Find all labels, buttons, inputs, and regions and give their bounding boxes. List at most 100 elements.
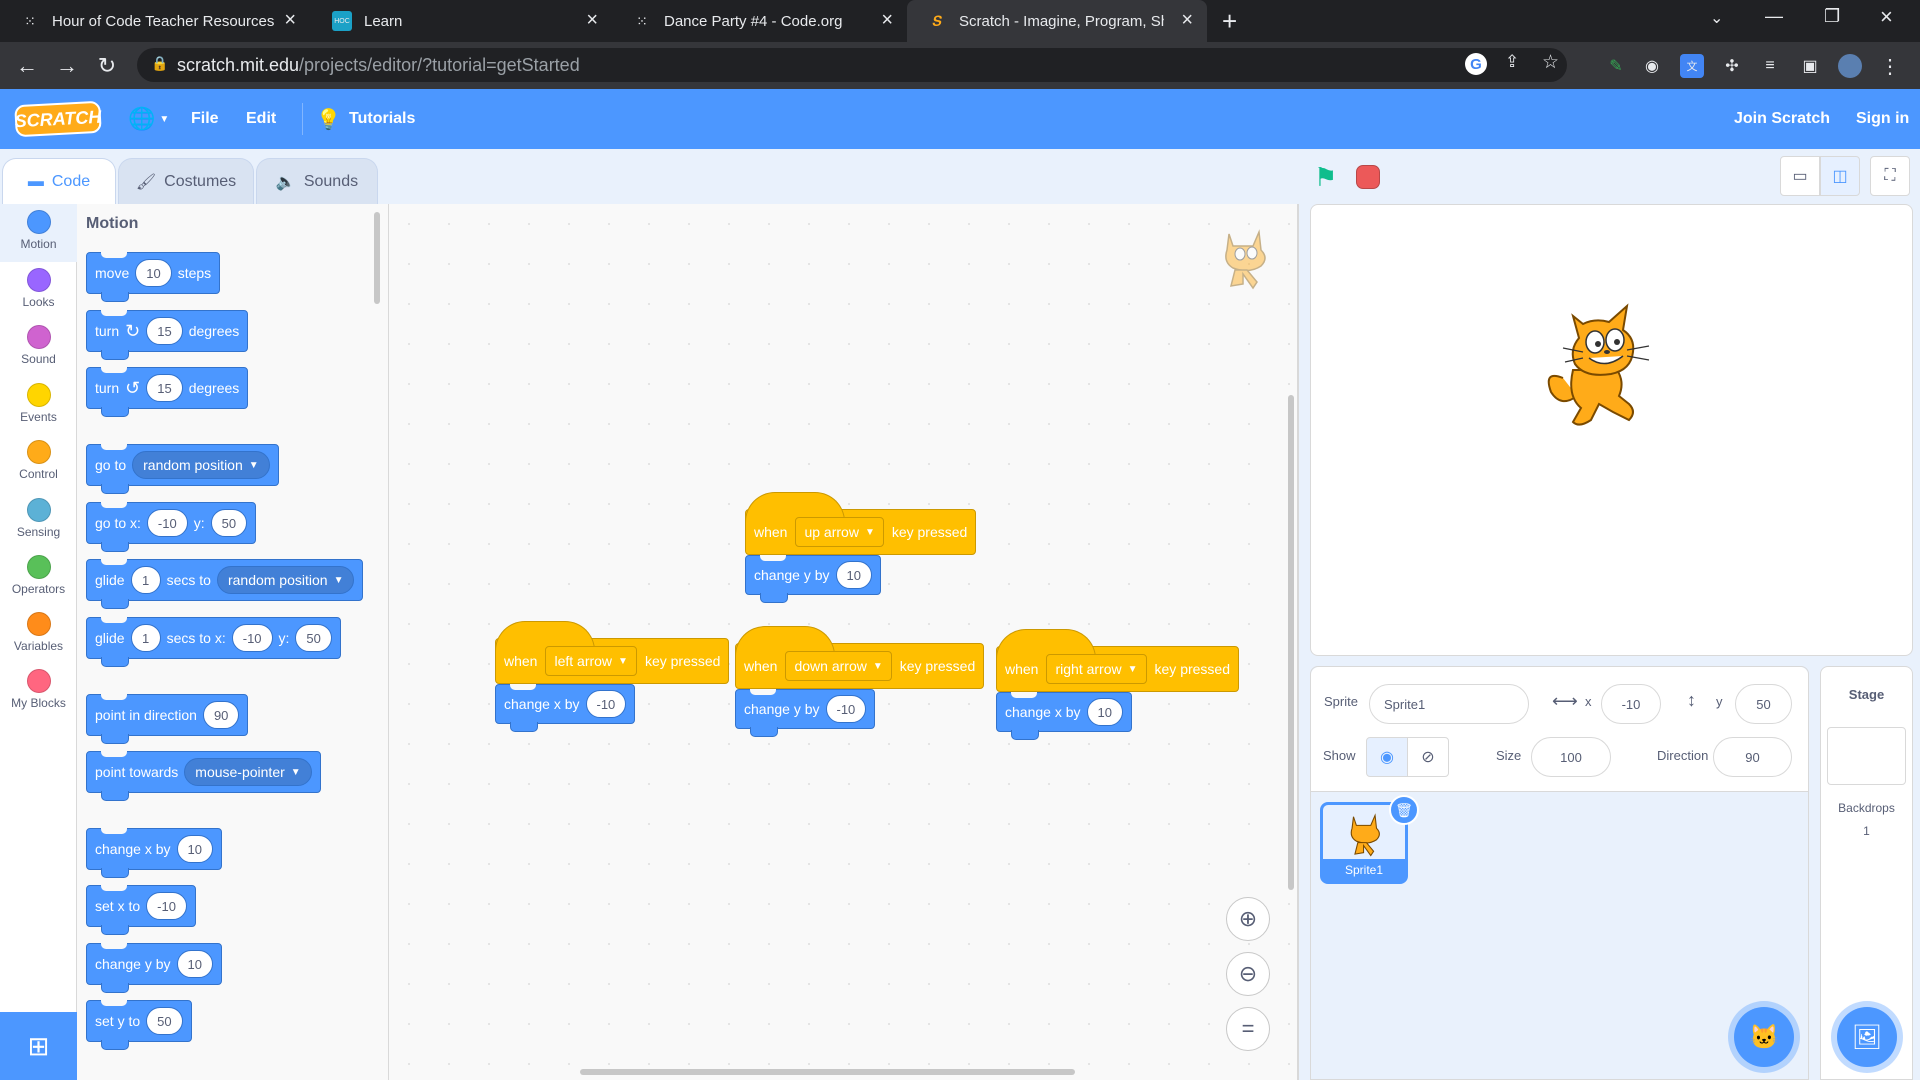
- block-input[interactable]: 15: [146, 317, 183, 345]
- zoom-out-button[interactable]: ⊖: [1226, 952, 1270, 996]
- globe-icon[interactable]: 🌐 ▼: [128, 89, 169, 149]
- palette-scrollbar[interactable]: [374, 212, 380, 304]
- key-dropdown[interactable]: right arrow ▼: [1046, 654, 1147, 684]
- block-input[interactable]: -10: [146, 892, 187, 920]
- menu-icon[interactable]: ⋮: [1878, 54, 1902, 78]
- block-turn-left[interactable]: turn ↺ 15 degrees: [86, 367, 249, 417]
- block-input[interactable]: 10: [835, 561, 872, 589]
- sprite-thumbnail[interactable]: Sprite1 🗑: [1320, 795, 1419, 884]
- hat-when-key-pressed[interactable]: when right arrow ▼ key pressed: [996, 629, 1239, 692]
- block-glide-to[interactable]: glide 1 secs to random position ▼: [86, 559, 364, 609]
- block-input[interactable]: 50: [295, 624, 332, 652]
- small-stage-button[interactable]: ▭: [1780, 156, 1820, 196]
- tab-code[interactable]: ▬ Code: [2, 158, 116, 205]
- minimize-icon[interactable]: —: [1765, 6, 1783, 27]
- close-tab-icon[interactable]: ×: [586, 9, 598, 32]
- block-change-y[interactable]: change y by 10: [745, 555, 881, 603]
- block-change-y[interactable]: change y by -10: [735, 689, 876, 737]
- add-extension-button[interactable]: ⊞: [0, 1012, 77, 1080]
- choose-backdrop-button[interactable]: 🖼: [1837, 1007, 1897, 1067]
- normal-stage-button[interactable]: ◫: [1820, 156, 1860, 196]
- url-field[interactable]: 🔒 scratch.mit.edu/projects/editor/?tutor…: [137, 48, 1567, 82]
- reload-icon[interactable]: ↻: [92, 51, 122, 81]
- block-change-y[interactable]: change y by 10: [86, 943, 222, 993]
- sprite-name-field[interactable]: Sprite1: [1369, 684, 1529, 724]
- block-point-direction[interactable]: point in direction 90: [86, 694, 249, 744]
- browser-tab[interactable]: ⁙ Hour of Code Teacher Resources ×: [0, 0, 310, 42]
- tab-sounds[interactable]: 🔈 Sounds: [256, 158, 378, 204]
- block-point-towards[interactable]: point towards mouse-pointer ▼: [86, 751, 321, 801]
- show-visible-button[interactable]: ◉: [1366, 737, 1408, 777]
- stage-selector[interactable]: Stage Backdrops 1 🖼: [1820, 666, 1913, 1080]
- close-tab-icon[interactable]: ×: [1181, 9, 1193, 32]
- block-input[interactable]: -10: [231, 624, 273, 652]
- block-input[interactable]: -10: [146, 509, 188, 537]
- category-events[interactable]: Events: [0, 377, 77, 435]
- block-input[interactable]: 90: [202, 701, 240, 729]
- block-set-x[interactable]: set x to -10: [86, 885, 196, 935]
- bookmark-star-icon[interactable]: ☆: [1542, 51, 1559, 74]
- lightbulb-icon[interactable]: 💡: [316, 89, 341, 149]
- camera-icon[interactable]: ◉: [1640, 54, 1664, 78]
- google-icon[interactable]: G: [1465, 53, 1487, 75]
- stop-icon[interactable]: [1356, 165, 1380, 189]
- block-dropdown[interactable]: mouse-pointer ▼: [184, 758, 312, 786]
- key-dropdown[interactable]: up arrow ▼: [795, 517, 884, 547]
- block-go-to-xy[interactable]: go to x: -10 y: 50: [86, 502, 257, 552]
- translate-icon[interactable]: 文: [1680, 54, 1704, 78]
- block-input[interactable]: 1: [130, 566, 161, 594]
- block-change-x[interactable]: change x by -10: [495, 684, 636, 732]
- block-turn-right[interactable]: turn ↻ 15 degrees: [86, 310, 249, 360]
- cat-sprite[interactable]: [1533, 300, 1663, 430]
- browser-tab[interactable]: HOC Learn ×: [312, 0, 612, 42]
- browser-tab[interactable]: ⁙ Dance Party #4 - Code.org ×: [612, 0, 907, 42]
- block-input[interactable]: 50: [146, 1007, 183, 1035]
- extension-pen-icon[interactable]: ✎: [1604, 54, 1628, 78]
- x-field[interactable]: -10: [1601, 684, 1661, 724]
- category-my-blocks[interactable]: My Blocks: [0, 663, 77, 721]
- block-glide-xy[interactable]: glide 1 secs to x: -10 y: 50: [86, 617, 341, 667]
- browser-tab-active[interactable]: 𝑺 Scratch - Imagine, Program, Shar ×: [907, 0, 1207, 42]
- scratch-logo[interactable]: SCRATCH: [14, 100, 102, 138]
- tutorials-menu[interactable]: Tutorials: [349, 89, 415, 149]
- tab-costumes[interactable]: 🖌 Costumes: [118, 158, 254, 204]
- hat-when-key-pressed[interactable]: when down arrow ▼ key pressed: [735, 626, 985, 689]
- block-change-x[interactable]: change x by 10: [996, 692, 1132, 740]
- workspace-vertical-scrollbar[interactable]: [1288, 395, 1294, 890]
- stage-canvas[interactable]: [1310, 204, 1913, 656]
- fullscreen-button[interactable]: ⛶: [1870, 156, 1910, 196]
- choose-sprite-button[interactable]: 🐱: [1734, 1007, 1794, 1067]
- close-window-icon[interactable]: ×: [1880, 4, 1893, 30]
- block-dropdown[interactable]: random position ▼: [216, 566, 355, 594]
- tab-search-icon[interactable]: ⌄: [1710, 8, 1723, 28]
- block-input[interactable]: -10: [585, 690, 627, 718]
- forward-icon[interactable]: →: [52, 51, 82, 81]
- file-menu[interactable]: File: [191, 89, 219, 149]
- join-scratch-link[interactable]: Join Scratch: [1734, 89, 1830, 149]
- direction-field[interactable]: 90: [1713, 737, 1792, 777]
- back-icon[interactable]: ←: [12, 51, 42, 81]
- category-sensing[interactable]: Sensing: [0, 492, 77, 550]
- backdrop-thumbnail[interactable]: [1827, 727, 1906, 785]
- show-hidden-button[interactable]: ⊘: [1407, 737, 1449, 777]
- category-variables[interactable]: Variables: [0, 606, 77, 664]
- new-tab-button[interactable]: +: [1222, 6, 1237, 37]
- size-field[interactable]: 100: [1531, 737, 1611, 777]
- script-workspace[interactable]: when up arrow ▼ key pressed change y by 10…: [389, 204, 1297, 1080]
- key-dropdown[interactable]: left arrow ▼: [545, 646, 637, 676]
- block-input[interactable]: 15: [146, 374, 183, 402]
- zoom-in-button[interactable]: ⊕: [1226, 897, 1270, 941]
- block-move[interactable]: move 10 steps: [86, 252, 221, 302]
- category-motion[interactable]: Motion: [0, 204, 77, 262]
- block-input[interactable]: 10: [135, 259, 172, 287]
- y-field[interactable]: 50: [1735, 684, 1792, 724]
- share-icon[interactable]: ⇪: [1505, 52, 1519, 72]
- delete-sprite-button[interactable]: 🗑: [1389, 795, 1419, 825]
- zoom-reset-button[interactable]: =: [1226, 1007, 1270, 1051]
- block-input[interactable]: 50: [210, 509, 248, 537]
- sidebar-icon[interactable]: ▣: [1798, 54, 1822, 78]
- block-input[interactable]: 10: [1086, 698, 1123, 726]
- hat-when-key-pressed[interactable]: when left arrow ▼ key pressed: [495, 621, 730, 684]
- key-dropdown[interactable]: down arrow ▼: [785, 651, 892, 681]
- green-flag-icon[interactable]: ⚑: [1314, 162, 1337, 193]
